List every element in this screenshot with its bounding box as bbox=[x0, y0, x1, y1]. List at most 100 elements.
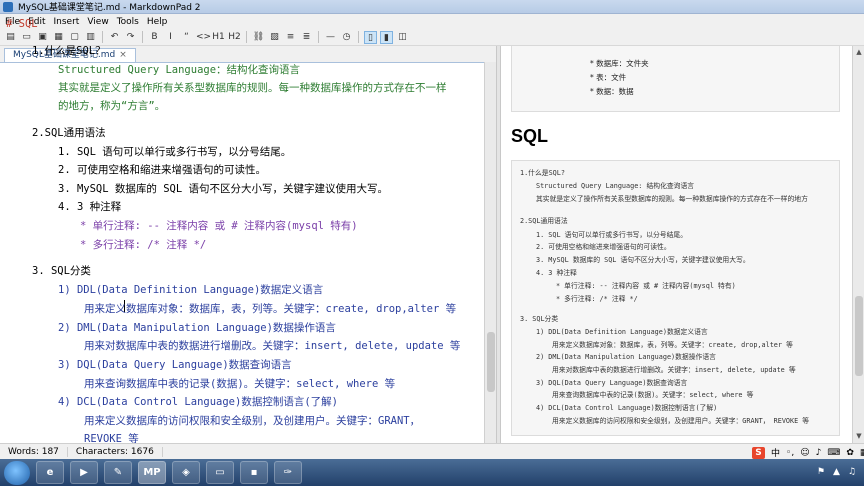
quote-icon[interactable]: “ bbox=[180, 31, 193, 44]
markdownpad-app-icon bbox=[3, 1, 13, 12]
preview-list-item: * 数据库：文件夹 bbox=[590, 59, 649, 68]
ime-skin-icon[interactable]: ✿ bbox=[846, 448, 854, 458]
editor-scrollbar-thumb[interactable] bbox=[487, 332, 495, 392]
editor-line: * 多行注释: /* 注释 */ bbox=[80, 239, 207, 251]
editor-line: # SQL bbox=[6, 18, 38, 30]
word-count: Words: 187 bbox=[0, 446, 68, 457]
character-count: Characters: 1676 bbox=[68, 446, 163, 457]
live-preview-icon[interactable]: ▮ bbox=[380, 30, 393, 44]
preview-code-line: 3. SQL分类 bbox=[520, 315, 559, 323]
save-all-icon[interactable]: ▦ bbox=[52, 31, 65, 44]
preview-code-line: 4) DCL(Data Control Language)数据控制语言(了解) bbox=[536, 404, 718, 412]
preview-code-line: 用来对数据库中表的数据进行增删改。关键字：insert, delete, upd… bbox=[552, 366, 796, 374]
ime-mic-icon[interactable]: ♪ bbox=[816, 448, 822, 458]
editor-line: 用来定义数据库的访问权限和安全级别，及创建用户。关键字：GRANT， bbox=[84, 415, 421, 427]
italic-icon[interactable]: I bbox=[164, 31, 177, 44]
preview-code-line: 2.SQL通用语法 bbox=[520, 217, 568, 225]
taskbar-app-icon[interactable]: ◈ bbox=[172, 461, 200, 484]
taskbar-markdownpad-button[interactable]: MP bbox=[138, 461, 166, 484]
preview-code-line: 用来查询数据库中表的记录(数据)。关键字：select, where 等 bbox=[552, 391, 754, 399]
menu-view[interactable]: View bbox=[85, 17, 114, 27]
editor-line: 用来对数据库中表的数据进行增删改。关键字：insert, delete, upd… bbox=[84, 340, 461, 352]
preview-code-line: 2) DML(Data Manipulation Language)数据操作语言 bbox=[536, 353, 716, 361]
windows-taskbar: e ▶ ✎ MP ◈ ▭ ▪ ✑ ⚑ ▲ ♫ bbox=[0, 459, 864, 486]
bullet-list-icon[interactable]: ≡ bbox=[284, 31, 297, 44]
editor-line: 用来查询数据库中表的记录(数据)。关键字：select, where 等 bbox=[84, 378, 396, 390]
editor-line: 4. 3 种注释 bbox=[58, 201, 122, 213]
preview-code-line: 3. MySQL 数据库的 SQL 语句不区分大小写，关键字建议使用大写。 bbox=[536, 256, 750, 264]
toolbar-separator bbox=[142, 31, 143, 43]
heading2-icon[interactable]: H2 bbox=[228, 31, 241, 44]
taskbar-ie-icon[interactable]: e bbox=[36, 461, 64, 484]
html-preview-pane: * 数据库：文件夹 * 表：文件 * 数据：数据 SQL 1.什么是SQL? Stru… bbox=[501, 46, 852, 443]
menu-bar: File Edit Insert View Tools Help bbox=[0, 14, 864, 29]
print-icon[interactable]: ▥ bbox=[84, 31, 97, 44]
taskbar-explorer-icon[interactable]: ▭ bbox=[206, 461, 234, 484]
redo-icon[interactable]: ↷ bbox=[124, 31, 137, 44]
taskbar-tool-icon[interactable]: ✎ bbox=[104, 461, 132, 484]
preview-toggle-icon[interactable]: ▯ bbox=[364, 30, 377, 44]
ime-keyboard-icon[interactable]: ⌨ bbox=[827, 448, 840, 458]
preview-list-item: * 数据：数据 bbox=[590, 87, 634, 96]
preview-code-block: 1.什么是SQL? Structured Query Language: 结构化查… bbox=[511, 160, 840, 436]
new-doc-icon[interactable]: ▤ bbox=[4, 31, 17, 44]
open-folder-icon[interactable]: ▭ bbox=[20, 31, 33, 44]
ime-emoji-icon[interactable]: ☺ bbox=[800, 448, 809, 458]
code-icon[interactable]: <> bbox=[196, 31, 211, 44]
tray-volume-icon[interactable]: ♫ bbox=[848, 467, 856, 477]
status-bar: Words: 187 Characters: 1676 S 中 ◦, ☺ ♪ ⌨… bbox=[0, 443, 864, 459]
undo-icon[interactable]: ↶ bbox=[108, 31, 121, 44]
editor-line: 3. MySQL 数据库的 SQL 语句不区分大小写，关键字建议使用大写。 bbox=[58, 183, 389, 195]
preview-code-line: 用来定义数据库的访问权限和安全级别，及创建用户。关键字：GRANT， REVOK… bbox=[552, 417, 810, 425]
editor-line: 2) DML(Data Manipulation Language)数据操作语言 bbox=[58, 322, 336, 334]
scroll-down-arrow-icon[interactable]: ▼ bbox=[855, 432, 863, 440]
taskbar-media-player-icon[interactable]: ▶ bbox=[70, 461, 98, 484]
preview-scrollbar[interactable]: ▲ ▼ bbox=[852, 46, 864, 443]
preview-heading-sql: SQL bbox=[511, 126, 549, 146]
image-icon[interactable]: ▨ bbox=[268, 31, 281, 44]
toolbar-separator bbox=[102, 31, 103, 43]
title-bar: MySQL基础课堂笔记.md - MarkdownPad 2 bbox=[0, 0, 864, 14]
editor-line: 4) DCL(Data Control Language)数据控制语言(了解) bbox=[58, 396, 338, 408]
markdown-editor[interactable]: # SQL 1.什么是SQL？ Structured Query Language：… bbox=[0, 18, 484, 445]
layout-icon[interactable]: ◫ bbox=[396, 31, 409, 44]
tray-flag-icon[interactable]: ⚑ bbox=[817, 467, 825, 477]
editor-line: 其实就是定义了操作所有关系型数据库的规则。每一种数据库操作的方式存在不一样 bbox=[58, 82, 447, 94]
ime-mode[interactable]: 中 bbox=[771, 446, 780, 459]
start-button[interactable] bbox=[4, 460, 30, 485]
editor-line: 3) DQL(Data Query Language)数据查询语言 bbox=[58, 359, 292, 371]
sogou-ime-icon[interactable]: S bbox=[752, 446, 765, 459]
taskbar-cmd-icon[interactable]: ▪ bbox=[240, 461, 268, 484]
timestamp-icon[interactable]: ◷ bbox=[340, 31, 353, 44]
toolbar: ▤ ▭ ▣ ▦ ▢ ▥ ↶ ↷ B I “<> H1 H2 ⛓ ▨ ≡ ≣ — ◷ ▯ ▮ ◫ bbox=[0, 29, 864, 46]
menu-tools[interactable]: Tools bbox=[115, 17, 145, 27]
editor-scrollbar[interactable] bbox=[484, 62, 496, 443]
scroll-up-arrow-icon[interactable]: ▲ bbox=[855, 48, 863, 56]
horizontal-rule-icon[interactable]: — bbox=[324, 31, 337, 44]
menu-insert[interactable]: Insert bbox=[52, 17, 86, 27]
close-tab-icon[interactable]: × bbox=[119, 50, 127, 60]
editor-line: 1) DDL(Data Definition Language)数据定义语言 bbox=[58, 284, 324, 296]
numbered-list-icon[interactable]: ≣ bbox=[300, 31, 313, 44]
editor-line: 3. SQL分类 bbox=[32, 265, 91, 277]
preview-code-line: 用来定义数据库对象：数据库，表，列等。关键字：create, drop,alte… bbox=[552, 341, 793, 349]
preview-code-line: 1.什么是SQL? bbox=[520, 169, 565, 177]
window-title: MySQL基础课堂笔记.md - MarkdownPad 2 bbox=[18, 3, 201, 13]
editor-line: * 单行注释: -- 注释内容 或 # 注释内容(mysql 特有) bbox=[80, 220, 358, 232]
preview-list-item: * 表：文件 bbox=[590, 73, 627, 82]
editor-line: 用来定义数据库对象：数据库，表，列等。关键字：create, drop,alte… bbox=[84, 303, 457, 315]
preview-scrollbar-thumb[interactable] bbox=[855, 296, 863, 376]
system-tray: ⚑ ▲ ♫ bbox=[817, 467, 856, 477]
export-html-icon[interactable]: ▢ bbox=[68, 31, 81, 44]
bold-icon[interactable]: B bbox=[148, 31, 161, 44]
hyperlink-icon[interactable]: ⛓ bbox=[252, 31, 265, 44]
ime-tools-icon[interactable]: ▦ bbox=[860, 448, 864, 458]
ime-punctuation-icon[interactable]: ◦, bbox=[786, 448, 794, 458]
menu-help[interactable]: Help bbox=[145, 17, 174, 27]
tray-network-icon[interactable]: ▲ bbox=[833, 467, 840, 477]
taskbar-feather-icon[interactable]: ✑ bbox=[274, 461, 302, 484]
save-icon[interactable]: ▣ bbox=[36, 31, 49, 44]
preview-code-line: 3) DQL(Data Query Language)数据查询语言 bbox=[536, 379, 688, 387]
heading1-icon[interactable]: H1 bbox=[212, 31, 225, 44]
preview-code-line: * 单行注释: -- 注释内容 或 # 注释内容(mysql 特有) bbox=[556, 282, 736, 290]
